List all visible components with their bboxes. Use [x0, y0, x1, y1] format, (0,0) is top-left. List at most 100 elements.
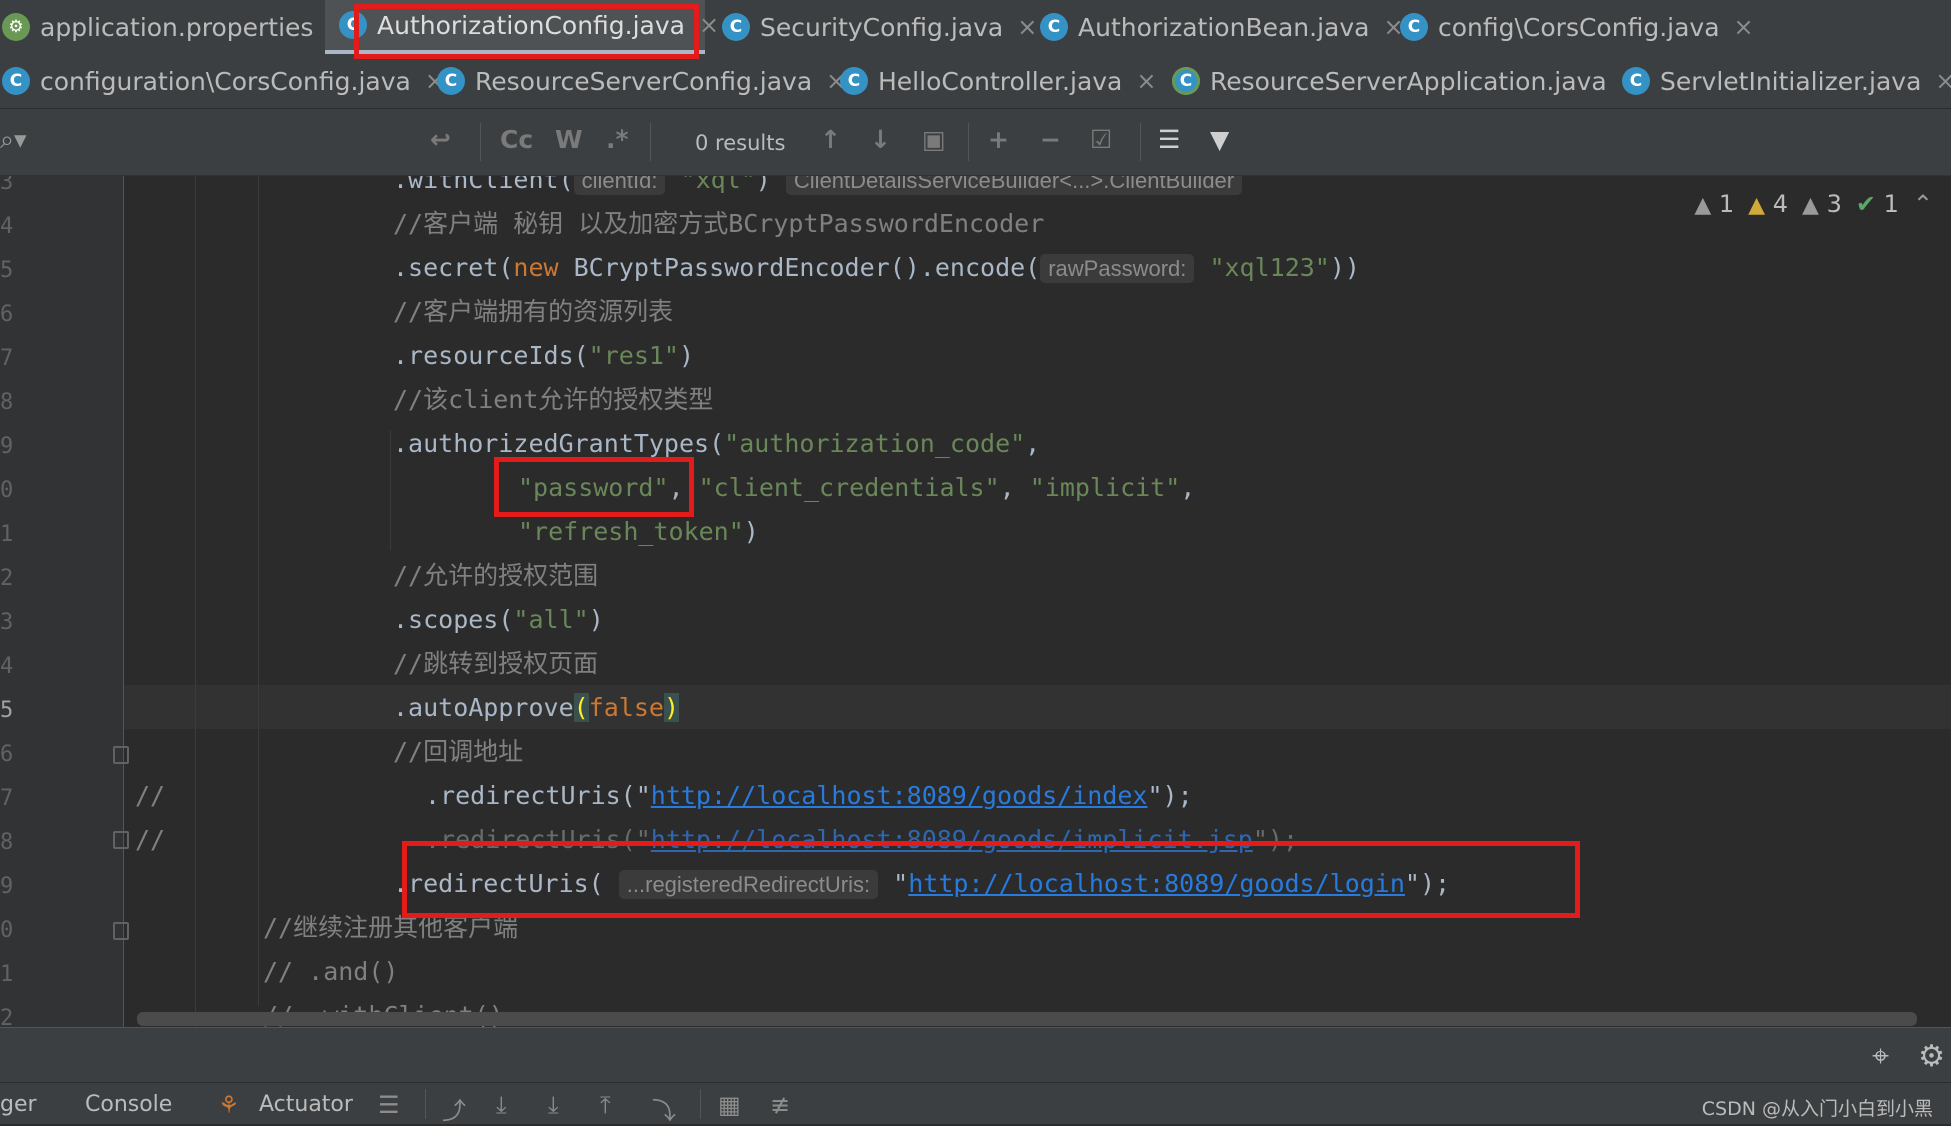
- select-occurrences-icon[interactable]: ☑: [1090, 125, 1112, 154]
- line-number: 4: [0, 654, 14, 679]
- chevron-up-icon[interactable]: ⌃: [1913, 190, 1933, 218]
- class-icon: C: [1400, 13, 1428, 41]
- tab-resourceserverapplication[interactable]: C ResourceServerApplication.java ×: [1160, 54, 1641, 108]
- warning-icon: ▲: [1748, 193, 1766, 218]
- match-case-toggle[interactable]: Cc: [500, 125, 533, 154]
- tab-authorizationbean[interactable]: C AuthorizationBean.java ×: [1027, 0, 1404, 54]
- code-line-secret[interactable]: .secret(new BCryptPasswordEncoder().enco…: [393, 246, 1360, 290]
- tab-application-properties[interactable]: ⚙ application.properties ×: [0, 0, 348, 54]
- code-comment[interactable]: //允许的授权范围: [393, 554, 598, 598]
- tool-tab-actuator[interactable]: Actuator: [259, 1092, 353, 1117]
- separator: [700, 1089, 701, 1119]
- step-over-icon[interactable]: ⤓: [496, 1091, 507, 1119]
- code-comment[interactable]: // .and(): [263, 950, 398, 994]
- wrap-icon[interactable]: ↩: [430, 125, 451, 154]
- line-number: 7: [0, 786, 14, 811]
- line-number: 5: [0, 258, 14, 283]
- line-comment-marker: //: [135, 781, 166, 810]
- fold-marker-icon[interactable]: [113, 831, 129, 849]
- code-editor[interactable]: 3 4 5 6 7 8 9 0 1 2 3 4 5 6 7 8 9 0 1 2 …: [0, 176, 1951, 1027]
- line-number: 7: [0, 346, 14, 371]
- words-toggle[interactable]: W: [555, 125, 583, 154]
- line-number: 3: [0, 610, 14, 635]
- crosshair-icon[interactable]: ⌖: [1872, 1039, 1889, 1074]
- warning-count: 4: [1772, 190, 1789, 218]
- regex-toggle[interactable]: .*: [606, 125, 629, 154]
- tab-resourceserverconfig[interactable]: C ResourceServerConfig.java ×: [425, 54, 846, 108]
- add-selection-icon[interactable]: +: [988, 125, 1009, 154]
- tab-config-corsconfig[interactable]: C config\CorsConfig.java ×: [1388, 0, 1754, 54]
- code-line-withclient[interactable]: .withClient(clientId: "xql") ClientDetai…: [393, 176, 1243, 202]
- code-comment[interactable]: //跳转到授权页面: [393, 642, 598, 686]
- step-out-icon[interactable]: ⤒: [600, 1091, 611, 1119]
- class-icon: C: [437, 67, 465, 95]
- show-execution-point-icon[interactable]: ⤴: [442, 1091, 466, 1126]
- select-all-occurrences-icon[interactable]: ▣: [922, 125, 946, 154]
- run-to-cursor-icon[interactable]: ⤵: [652, 1091, 676, 1126]
- weak-warning-icon: ▲: [1802, 193, 1819, 218]
- separator: [968, 123, 969, 161]
- tool-tab-console[interactable]: Console: [85, 1092, 172, 1117]
- weak-warning-count: 1: [1718, 190, 1735, 218]
- indent-guide: [195, 176, 196, 1027]
- code-line-scopes[interactable]: .scopes("all"): [393, 598, 604, 642]
- tab-securityconfig[interactable]: C SecurityConfig.java ×: [712, 0, 1037, 54]
- next-occurrence-icon[interactable]: ↓: [870, 125, 891, 154]
- line-number: 2: [0, 1006, 14, 1027]
- filter-icon[interactable]: ▼: [1210, 125, 1229, 154]
- class-icon: C: [722, 13, 750, 41]
- line-number: 1: [0, 962, 14, 987]
- code-comment[interactable]: //客户端拥有的资源列表: [393, 290, 673, 334]
- horizontal-scrollbar[interactable]: [137, 1012, 1917, 1026]
- code-line-resourceids[interactable]: .resourceIds("res1"): [393, 334, 694, 378]
- code-comment[interactable]: //该client允许的授权类型: [393, 378, 713, 422]
- tool-tab-debugger[interactable]: ger: [0, 1092, 37, 1117]
- gear-icon[interactable]: ⚙: [1918, 1039, 1945, 1074]
- annotation-box-tab: [354, 4, 699, 59]
- tab-label: AuthorizationBean.java: [1078, 12, 1370, 42]
- close-icon[interactable]: ×: [1734, 13, 1754, 41]
- tab-label: HelloController.java: [878, 66, 1123, 96]
- return-type-hint: ClientDetailsServiceBuilder<...>.ClientB…: [785, 176, 1243, 195]
- code-comment[interactable]: //回调地址: [393, 730, 523, 774]
- close-icon[interactable]: ×: [1935, 67, 1951, 95]
- code-line-grant-types[interactable]: .authorizedGrantTypes("authorization_cod…: [393, 422, 1040, 466]
- indent-guide: [258, 176, 259, 1006]
- fold-marker-icon[interactable]: [113, 746, 129, 764]
- fold-marker-icon[interactable]: [113, 922, 129, 940]
- line-number: 6: [0, 742, 14, 767]
- tab-servletinitializer[interactable]: C ServletInitializer.java ×: [1610, 54, 1951, 108]
- code-line-commented-redirect[interactable]: .redirectUris("http://localhost:8089/goo…: [425, 774, 1193, 818]
- step-into-icon[interactable]: ⤓: [548, 1091, 559, 1119]
- tool-window-bar: ger Console ⚘ Actuator ☰ ⤴ ⤓ ⤓ ⤒ ⤵ ▦ ≢ C…: [0, 1082, 1951, 1126]
- trace-icon[interactable]: ≢: [770, 1091, 790, 1119]
- evaluate-expression-icon[interactable]: ▦: [718, 1091, 741, 1119]
- code-line-autoapprove[interactable]: .autoApprove(false): [393, 686, 680, 730]
- previous-occurrence-icon[interactable]: ↑: [820, 125, 841, 154]
- close-icon[interactable]: ×: [1136, 67, 1156, 95]
- remove-selection-icon[interactable]: −: [1040, 125, 1061, 154]
- separator: [425, 1089, 426, 1119]
- url-link[interactable]: http://localhost:8089/goods/index: [651, 781, 1148, 810]
- tab-hellocontroller[interactable]: C HelloController.java ×: [830, 54, 1160, 108]
- tab-label: application.properties: [40, 12, 314, 42]
- annotation-box-password: [494, 457, 694, 517]
- parameter-hint: rawPassword:: [1040, 254, 1195, 283]
- tab-label: ResourceServerConfig.java: [475, 66, 813, 96]
- line-number: 1: [0, 522, 14, 547]
- search-results-count: 0 results: [695, 131, 786, 155]
- line-number: 0: [0, 918, 14, 943]
- tab-configuration-corsconfig[interactable]: C configuration\CorsConfig.java ×: [0, 54, 445, 108]
- line-number-current: 5: [0, 698, 14, 723]
- class-icon: C: [840, 67, 868, 95]
- line-number: 9: [0, 434, 14, 459]
- inspections-widget[interactable]: ▲ 1 ▲ 4 ▲ 3 ✔ 1 ⌃: [1694, 190, 1933, 218]
- menu-icon[interactable]: ☰: [378, 1091, 400, 1119]
- ok-count: 1: [1883, 190, 1899, 218]
- separator: [480, 123, 481, 161]
- code-comment[interactable]: //客户端 秘钥 以及加密方式BCryptPasswordEncoder: [393, 202, 1044, 246]
- tab-label: SecurityConfig.java: [760, 12, 1004, 42]
- search-icon[interactable]: ⌕▾: [0, 125, 27, 155]
- tab-label: ServletInitializer.java: [1660, 66, 1922, 96]
- filter-options-icon[interactable]: ☰: [1158, 125, 1180, 154]
